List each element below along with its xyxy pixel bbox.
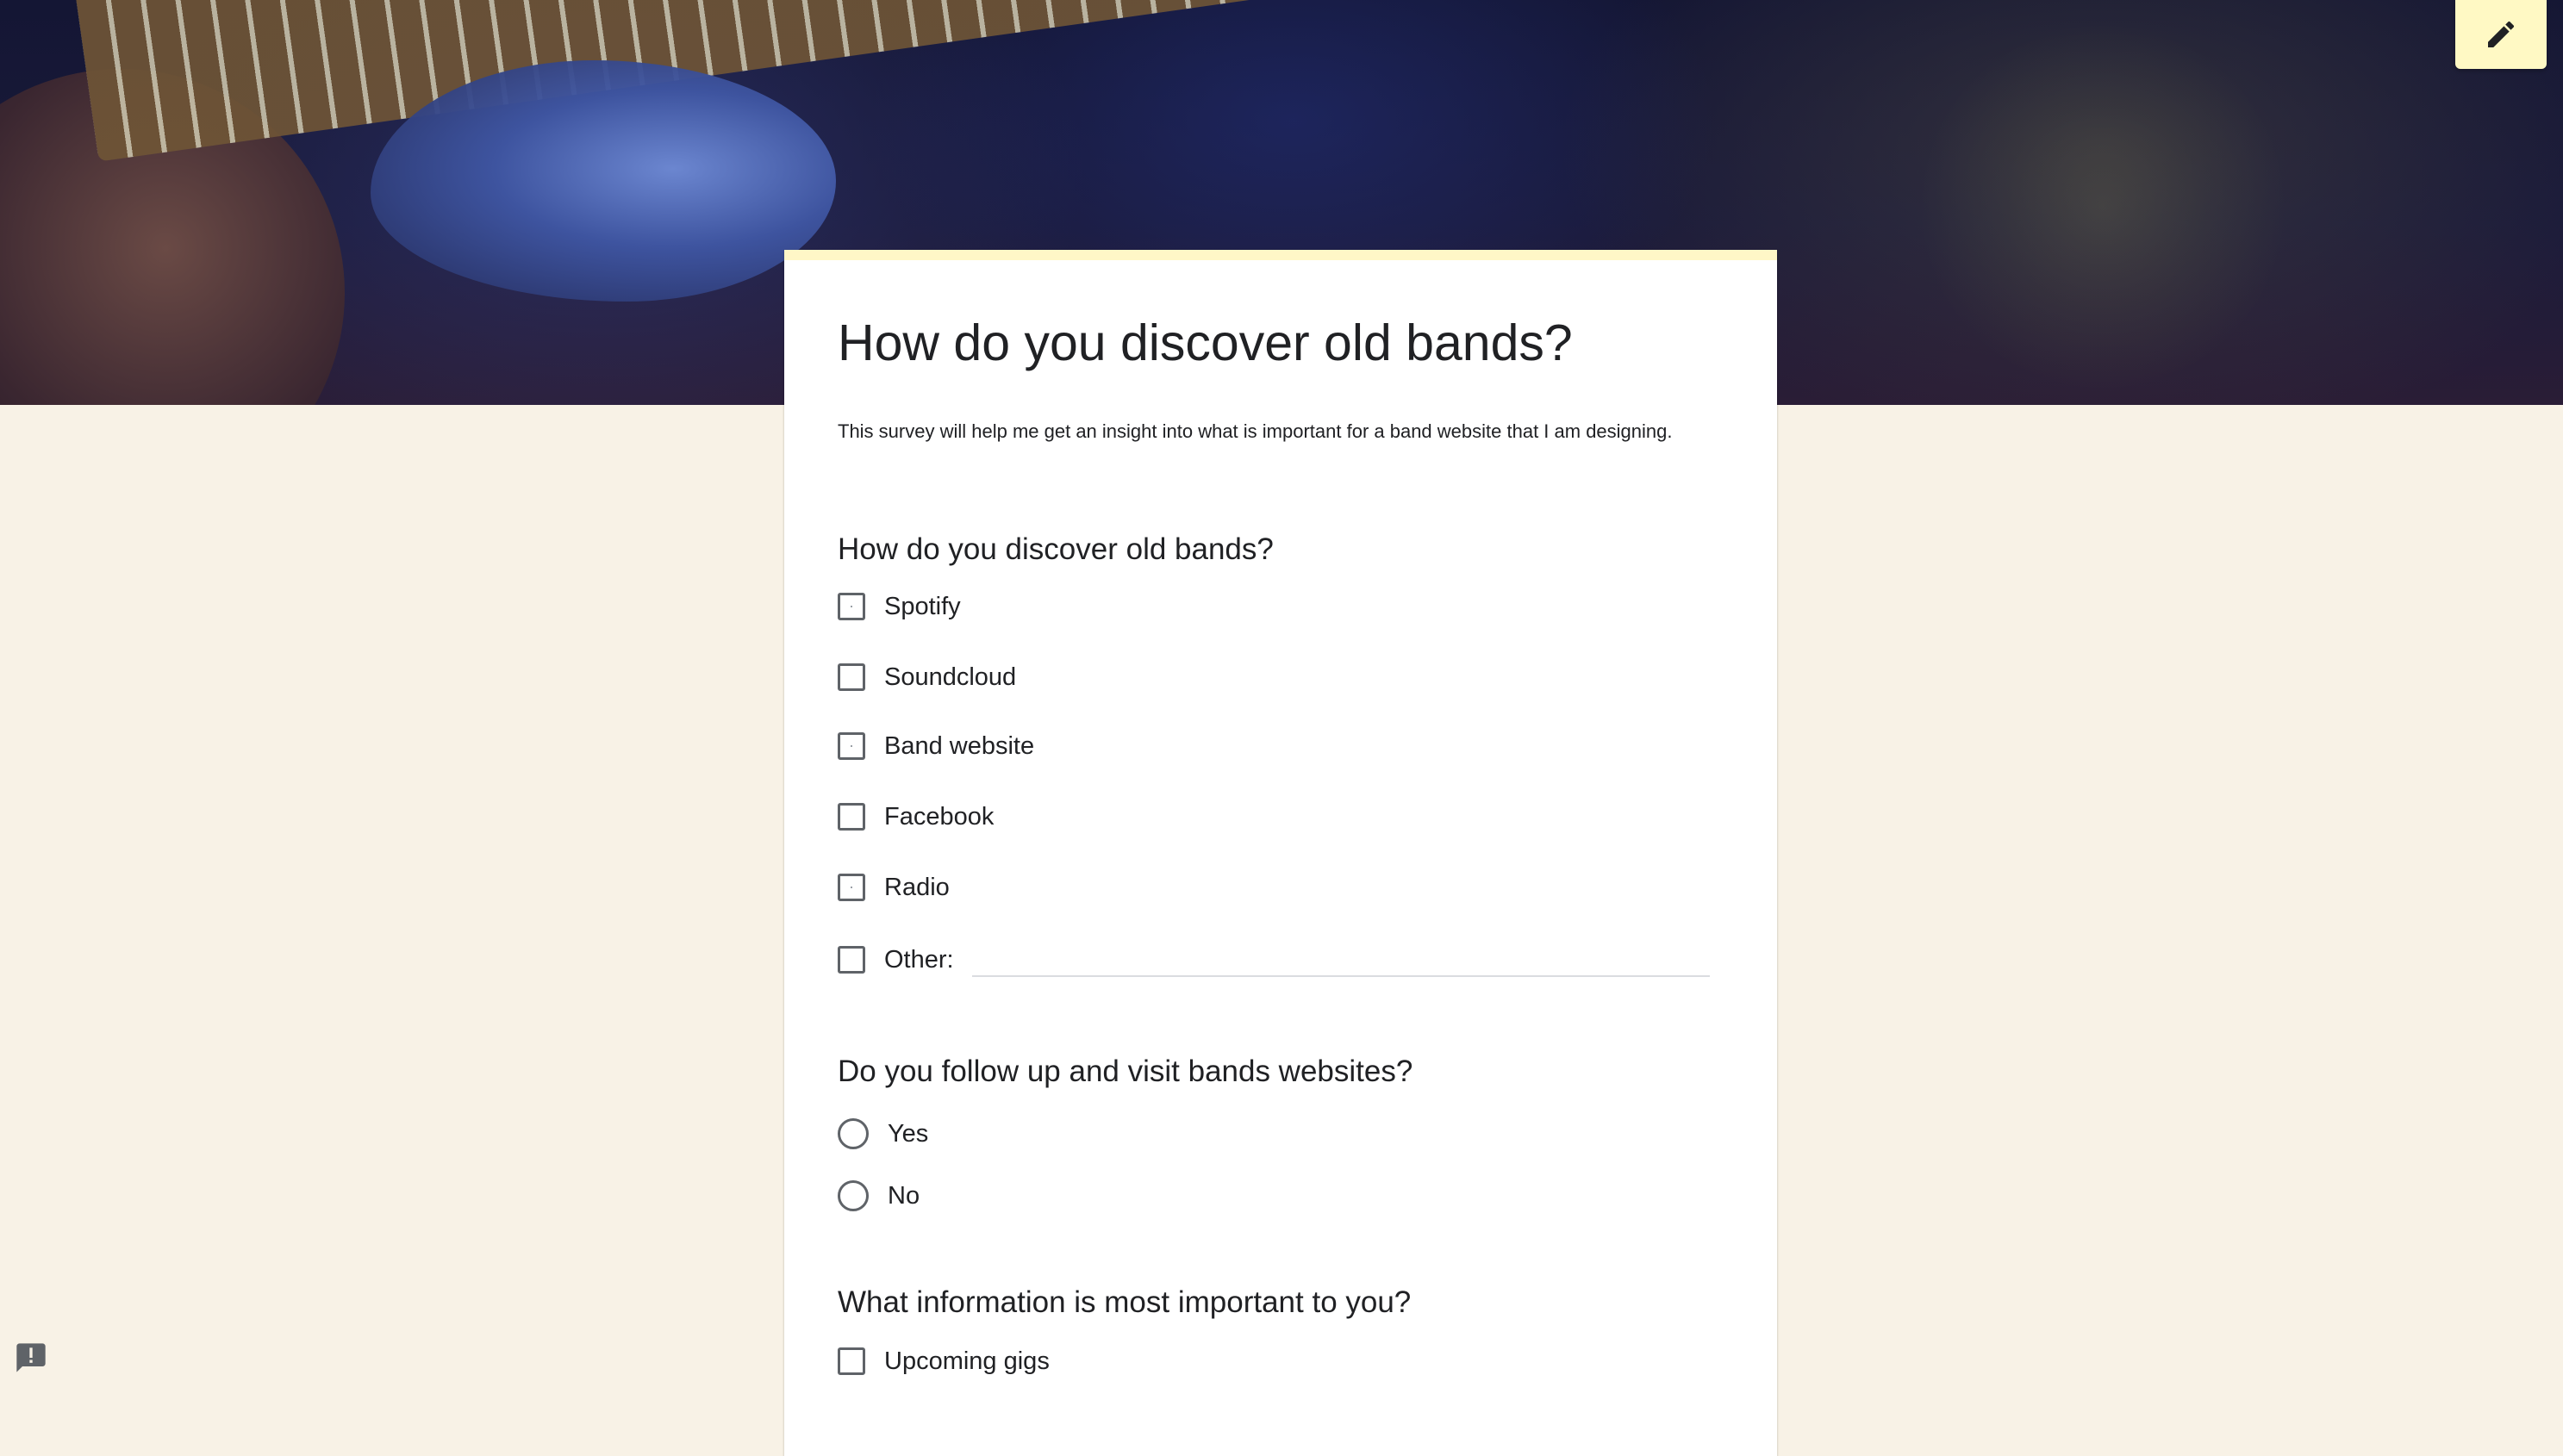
checkbox-option-radio[interactable]: Radio	[838, 868, 950, 906]
checkbox-box[interactable]	[838, 946, 865, 974]
form-description: This survey will help me get an insight …	[838, 420, 1673, 442]
option-label: Band website	[884, 732, 1035, 760]
radio-option-no[interactable]: No	[838, 1177, 920, 1215]
lens-flare-shape	[1922, 26, 2284, 388]
checkbox-option-band-website[interactable]: Band website	[838, 727, 1034, 765]
checkbox-box[interactable]	[838, 803, 865, 831]
question-title-discover: How do you discover old bands?	[838, 532, 1274, 566]
option-label: Yes	[888, 1120, 929, 1148]
option-label: Upcoming gigs	[884, 1347, 1050, 1375]
report-feedback-icon	[16, 1343, 46, 1372]
hand-shape	[371, 60, 836, 302]
form-title: How do you discover old bands?	[838, 314, 1573, 371]
option-label: Soundcloud	[884, 663, 1017, 691]
radio-option-yes[interactable]: Yes	[838, 1115, 928, 1153]
edit-form-button[interactable]	[2455, 0, 2547, 69]
option-label: Spotify	[884, 593, 961, 620]
card-accent-bar	[784, 250, 1777, 260]
checkbox-option-spotify[interactable]: Spotify	[838, 588, 961, 625]
option-label: No	[888, 1182, 920, 1210]
radio-button[interactable]	[838, 1180, 869, 1211]
report-feedback-button[interactable]	[14, 1341, 48, 1375]
checkbox-option-upcoming-gigs[interactable]: Upcoming gigs	[838, 1342, 1050, 1380]
checkbox-option-soundcloud[interactable]: Soundcloud	[838, 658, 1016, 696]
radio-button[interactable]	[838, 1118, 869, 1149]
question-title-important-info: What information is most important to yo…	[838, 1285, 1412, 1319]
checkbox-box[interactable]	[838, 1347, 865, 1375]
question-title-follow-up: Do you follow up and visit bands website…	[838, 1055, 1413, 1088]
checkbox-box[interactable]	[838, 732, 865, 760]
option-label: Other:	[884, 946, 954, 974]
checkbox-box[interactable]	[838, 593, 865, 620]
checkbox-box[interactable]	[838, 874, 865, 901]
checkbox-option-facebook[interactable]: Facebook	[838, 798, 994, 836]
checkbox-option-other[interactable]: Other:	[838, 941, 954, 979]
checkbox-box[interactable]	[838, 663, 865, 691]
other-text-input[interactable]	[972, 941, 1710, 977]
form-card: How do you discover old bands? This surv…	[784, 250, 1777, 1456]
pencil-icon	[2488, 21, 2515, 47]
option-label: Facebook	[884, 803, 995, 831]
option-label: Radio	[884, 874, 950, 901]
